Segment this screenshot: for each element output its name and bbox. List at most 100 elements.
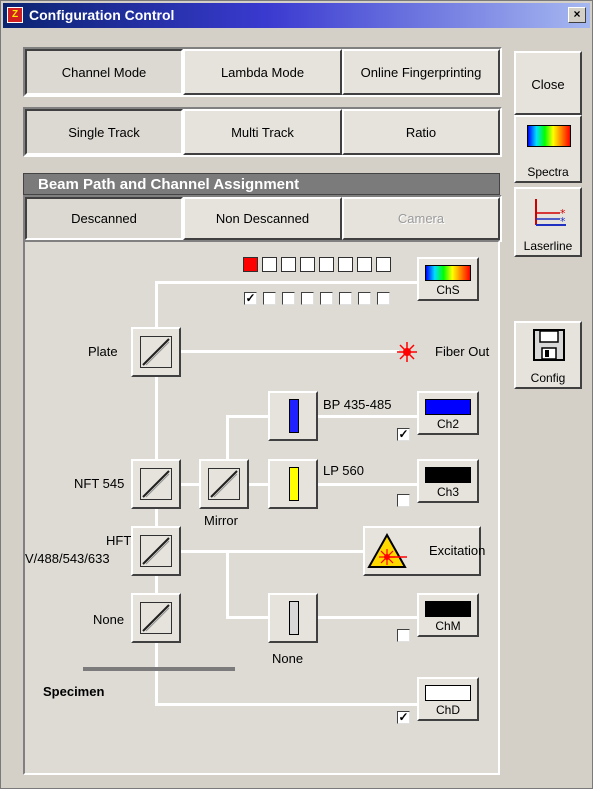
chm-button[interactable]: ChM [417, 593, 479, 637]
hft-label-line2: V/488/543/633 [25, 551, 110, 566]
chs-checkbox[interactable] [339, 292, 352, 305]
none-filter-swatch [289, 601, 299, 635]
bp-filter[interactable] [268, 391, 318, 441]
fiber-out-label: Fiber Out [435, 344, 490, 359]
chs-checkbox[interactable]: ✓ [244, 292, 257, 305]
none-filter[interactable] [268, 593, 318, 643]
chs-square[interactable] [376, 257, 391, 272]
floppy-disk-icon [533, 329, 565, 361]
beam-line-hft [181, 550, 365, 553]
tab-single-track[interactable]: Single Track [25, 109, 183, 155]
chs-checkbox[interactable] [320, 292, 333, 305]
excitation-button[interactable]: Excitation [363, 526, 485, 576]
ch3-button[interactable]: Ch3 [417, 459, 479, 503]
svg-text:*: * [560, 215, 566, 228]
beam-line-none-out [318, 616, 419, 619]
ch3-checkbox[interactable] [397, 494, 410, 507]
chm-swatch [425, 601, 471, 617]
beam-splitter-icon [208, 468, 240, 500]
chs-square[interactable] [300, 257, 315, 272]
plate-splitter[interactable] [131, 327, 181, 377]
beam-line-bottom [155, 703, 419, 706]
mirror-label: Mirror [204, 513, 238, 528]
beam-line-none [226, 616, 268, 619]
window-title: Configuration Control [29, 7, 175, 23]
specimen-stage [83, 667, 235, 671]
title-bar: Z Configuration Control × [3, 3, 590, 28]
ch2-swatch [425, 399, 471, 415]
ch2-checkbox[interactable]: ✓ [397, 428, 410, 441]
beam-line-bp-out [318, 415, 419, 418]
tab-multi-track[interactable]: Multi Track [183, 109, 342, 155]
laserline-icon: * * [535, 199, 566, 228]
chm-checkbox[interactable] [397, 629, 410, 642]
chs-square[interactable] [357, 257, 372, 272]
tab-lambda-mode[interactable]: Lambda Mode [183, 49, 342, 95]
chs-checkbox[interactable] [282, 292, 295, 305]
tab-ratio[interactable]: Ratio [342, 109, 500, 155]
chs-checkbox[interactable] [377, 292, 390, 305]
bp-filter-swatch [289, 399, 299, 433]
none-splitter-label: None [93, 612, 125, 627]
chs-checkbox[interactable] [263, 292, 276, 305]
spectra-icon [527, 125, 571, 147]
beam-splitter-icon [140, 535, 172, 567]
tab-camera[interactable]: Camera [342, 197, 500, 240]
none-splitter[interactable] [131, 593, 181, 643]
chd-button[interactable]: ChD [417, 677, 479, 721]
chs-label: ChS [436, 283, 460, 297]
hft-label-line1: HFT [106, 533, 132, 548]
laserline-label: Laserline [523, 239, 573, 253]
beam-path-header: Beam Path and Channel Assignment [23, 173, 500, 195]
spectra-button[interactable]: Spectra [514, 115, 582, 183]
ch3-label: Ch3 [436, 485, 459, 499]
beam-line-plate [181, 350, 399, 353]
beam-line-top [155, 281, 419, 284]
chd-label: ChD [435, 703, 460, 717]
ch2-label: Ch2 [436, 417, 459, 431]
beam-line-hft-down [226, 550, 229, 619]
nft-splitter[interactable] [131, 459, 181, 509]
mirror-splitter[interactable] [199, 459, 249, 509]
chs-checkbox[interactable] [358, 292, 371, 305]
nft-label: NFT 545 [74, 476, 125, 491]
spectral-swatch [425, 265, 471, 281]
spectra-label: Spectra [527, 165, 569, 179]
none-filter-label: None [272, 651, 304, 666]
ch2-button[interactable]: Ch2 [417, 391, 479, 435]
tab-channel-mode[interactable]: Channel Mode [25, 49, 183, 95]
laser-warning-icon [367, 533, 407, 568]
chs-square[interactable] [262, 257, 277, 272]
tab-descanned[interactable]: Descanned [25, 197, 183, 240]
window-close-button[interactable]: × [568, 7, 586, 23]
hft-splitter[interactable] [131, 526, 181, 576]
fiber-out-icon [397, 342, 417, 362]
chs-square[interactable] [338, 257, 353, 272]
chd-swatch [425, 685, 471, 701]
specimen-label: Specimen [43, 684, 105, 699]
close-label: Close [531, 77, 565, 92]
chs-checkbox[interactable] [301, 292, 314, 305]
chs-square[interactable] [243, 257, 258, 272]
plate-label: Plate [88, 344, 118, 359]
chs-button[interactable]: ChS [417, 257, 479, 301]
beam-splitter-icon [140, 468, 172, 500]
chd-checkbox[interactable]: ✓ [397, 711, 410, 724]
lp-filter[interactable] [268, 459, 318, 509]
config-label: Config [530, 371, 566, 385]
lp-filter-swatch [289, 467, 299, 501]
app-icon: Z [7, 7, 23, 23]
beam-splitter-icon [140, 602, 172, 634]
tab-online-fingerprinting[interactable]: Online Fingerprinting [342, 49, 500, 95]
chs-square[interactable] [281, 257, 296, 272]
bp-filter-label: BP 435-485 [323, 397, 392, 412]
beam-line-mirror-up [226, 415, 229, 461]
config-button[interactable]: Config [514, 321, 582, 389]
laserline-button[interactable]: * * Laserline [514, 187, 582, 257]
close-button[interactable]: Close [514, 51, 582, 115]
tab-non-descanned[interactable]: Non Descanned [183, 197, 342, 240]
beam-line-bp [226, 415, 268, 418]
chm-label: ChM [435, 619, 461, 633]
chs-square[interactable] [319, 257, 334, 272]
lp-filter-label: LP 560 [323, 463, 364, 478]
